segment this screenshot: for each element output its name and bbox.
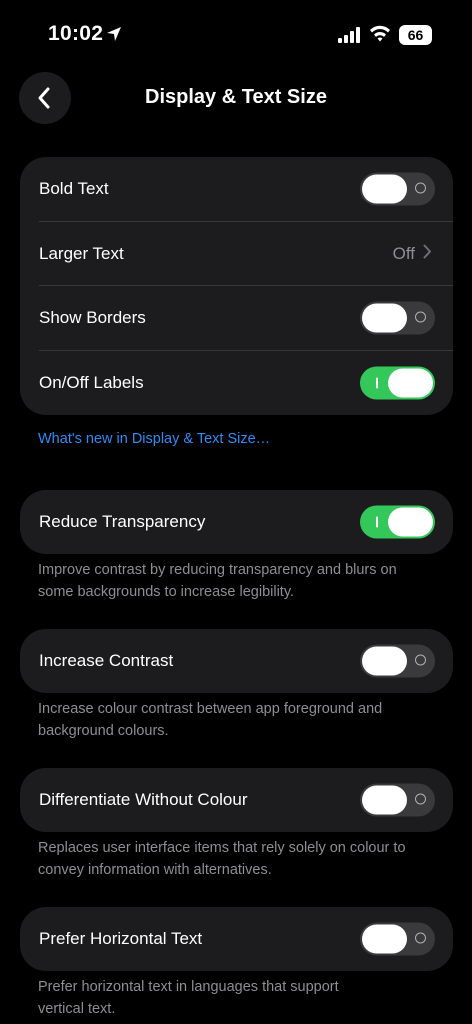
row-bold-text: Bold Text [20, 157, 453, 222]
row-prefer-horizontal-text: Prefer Horizontal Text [20, 907, 453, 971]
row-larger-text[interactable]: Larger Text Off [20, 222, 453, 286]
footnote-line: some backgrounds to increase legibility. [38, 584, 295, 600]
off-indicator-icon [415, 793, 426, 805]
reduce-transparency-group: Reduce Transparency [20, 490, 453, 554]
show-borders-label: Show Borders [39, 308, 146, 328]
footnote-line: Prefer horizontal text in languages that… [38, 979, 339, 995]
differentiate-without-colour-footnote: Replaces user interface items that rely … [38, 837, 438, 881]
status-time: 10:02 [48, 22, 104, 45]
larger-text-value: Off [392, 243, 415, 263]
row-show-borders: Show Borders [20, 286, 453, 351]
location-arrow-icon [106, 26, 122, 47]
footnote-line: convey information with alternatives. [38, 862, 272, 878]
row-reduce-transparency: Reduce Transparency [20, 490, 453, 554]
bold-text-label: Bold Text [39, 179, 109, 199]
toggle-knob [362, 303, 407, 333]
toggle-knob [362, 174, 407, 204]
differentiate-without-colour-toggle[interactable] [360, 783, 435, 817]
off-indicator-icon [415, 182, 426, 194]
reduce-transparency-label: Reduce Transparency [39, 512, 206, 531]
footnote-line: Improve contrast by reducing transparenc… [38, 562, 397, 578]
row-differentiate-without-colour: Differentiate Without Colour [20, 768, 453, 832]
footnote-line: background colours. [38, 723, 169, 739]
row-onoff-labels: On/Off Labels [20, 351, 453, 416]
toggle-knob [362, 785, 407, 815]
toggle-knob [362, 646, 407, 676]
text-options-group: Bold Text Larger Text Off Show Borders O… [20, 157, 453, 415]
off-indicator-icon [415, 932, 426, 944]
cellular-signal-icon [338, 27, 362, 48]
increase-contrast-footnote: Increase colour contrast between app for… [38, 698, 438, 742]
bold-text-toggle[interactable] [360, 172, 435, 206]
chevron-right-icon [423, 244, 432, 264]
whats-new-link[interactable]: What's new in Display & Text Size… [38, 431, 270, 447]
prefer-horizontal-text-label: Prefer Horizontal Text [39, 929, 203, 948]
increase-contrast-toggle[interactable] [360, 644, 435, 678]
row-increase-contrast: Increase Contrast [20, 629, 453, 693]
off-indicator-icon [415, 311, 426, 323]
footnote-line: vertical text. [38, 1001, 116, 1017]
battery-indicator: 66 [399, 25, 432, 45]
prefer-horizontal-text-toggle[interactable] [360, 922, 435, 956]
off-indicator-icon [415, 654, 426, 666]
on-indicator-icon [376, 516, 378, 528]
toggle-knob [388, 368, 433, 398]
on-indicator-icon [376, 377, 378, 389]
onoff-labels-label: On/Off Labels [39, 372, 144, 392]
toggle-knob [388, 507, 433, 537]
differentiate-without-colour-label: Differentiate Without Colour [39, 790, 248, 809]
increase-contrast-group: Increase Contrast [20, 629, 453, 693]
differentiate-without-colour-group: Differentiate Without Colour [20, 768, 453, 832]
page-title: Display & Text Size [145, 86, 327, 108]
larger-text-label: Larger Text [39, 243, 124, 263]
toggle-knob [362, 924, 407, 954]
prefer-horizontal-text-group: Prefer Horizontal Text [20, 907, 453, 971]
onoff-labels-toggle[interactable] [360, 366, 435, 400]
reduce-transparency-toggle[interactable] [360, 505, 435, 539]
increase-contrast-label: Increase Contrast [39, 651, 174, 670]
footnote-line: Replaces user interface items that rely … [38, 840, 406, 856]
status-bar: 10:02 66 [0, 0, 472, 70]
reduce-transparency-footnote: Improve contrast by reducing transparenc… [38, 559, 438, 603]
wifi-icon [369, 24, 391, 47]
show-borders-toggle[interactable] [360, 301, 435, 335]
prefer-horizontal-text-footnote: Prefer horizontal text in languages that… [38, 976, 438, 1020]
footnote-line: Increase colour contrast between app for… [38, 701, 383, 717]
